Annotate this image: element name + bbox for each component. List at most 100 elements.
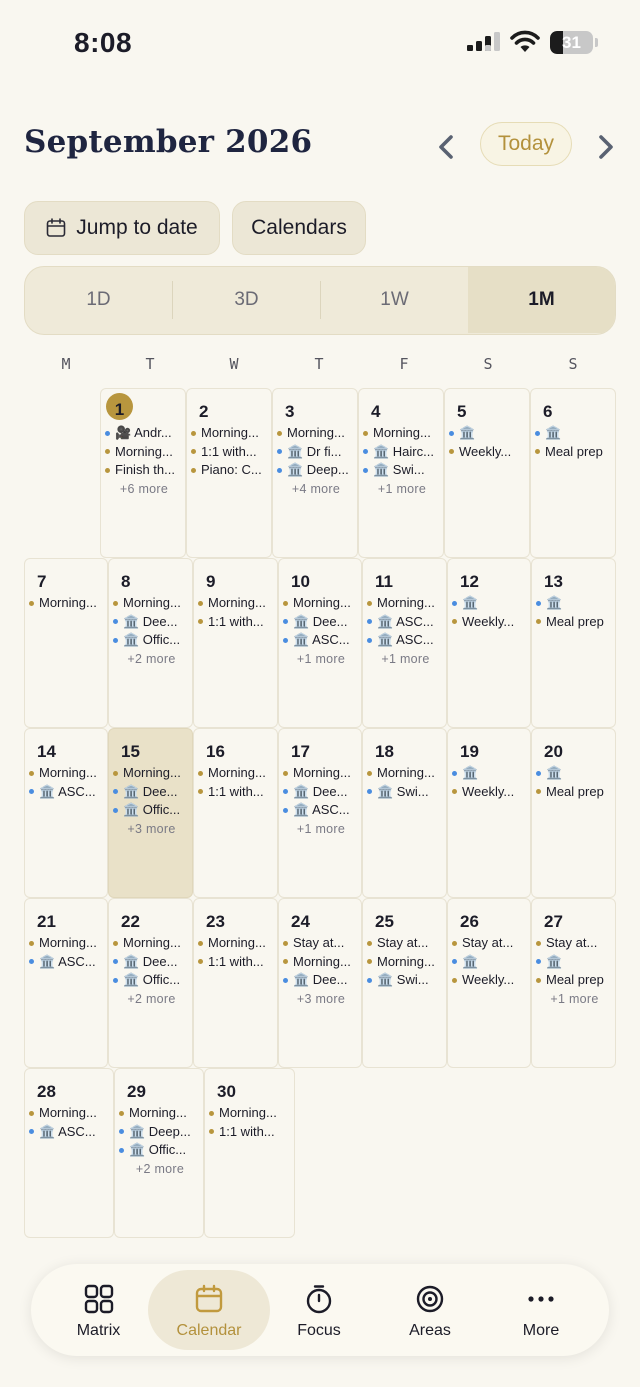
event-item[interactable]: 🏛️ Swi... [367, 783, 444, 802]
event-item[interactable]: Stay at... [536, 934, 613, 953]
more-events-link[interactable]: +1 more [283, 650, 359, 669]
event-item[interactable]: Morning... [119, 1104, 201, 1123]
event-item[interactable]: 🏛️ [535, 424, 613, 443]
view-1w[interactable]: 1W [321, 267, 468, 333]
day-cell[interactable]: 2 Morning... 1:1 with... Piano: C... [186, 388, 272, 558]
event-item[interactable]: 🏛️ [452, 953, 528, 972]
event-item[interactable]: Weekly... [452, 613, 528, 632]
day-cell[interactable]: 28 Morning... 🏛️ ASC... [24, 1068, 114, 1238]
event-item[interactable]: 🏛️ ASC... [283, 631, 359, 650]
day-cell[interactable]: 6 🏛️ Meal prep [530, 388, 616, 558]
more-events-link[interactable]: +2 more [119, 1160, 201, 1179]
event-item[interactable]: Morning... [367, 764, 444, 783]
event-item[interactable]: Morning... [191, 424, 269, 443]
more-events-link[interactable]: +3 more [113, 820, 190, 839]
more-events-link[interactable]: +2 more [113, 990, 190, 1009]
event-item[interactable]: 🎥 Andr... [105, 424, 183, 443]
day-cell[interactable]: 12 🏛️ Weekly... [447, 558, 531, 728]
event-item[interactable]: Stay at... [283, 934, 359, 953]
day-cell[interactable]: 17 Morning... 🏛️ Dee... 🏛️ ASC... +1 more [278, 728, 362, 898]
event-item[interactable]: 🏛️ Offic... [119, 1141, 201, 1160]
view-3d[interactable]: 3D [173, 267, 320, 333]
chevron-left-icon[interactable] [432, 130, 460, 164]
day-cell[interactable]: 13 🏛️ Meal prep [531, 558, 616, 728]
day-cell[interactable]: 30 Morning... 1:1 with... [204, 1068, 295, 1238]
event-item[interactable]: Morning... [113, 764, 190, 783]
day-cell[interactable]: 4 Morning... 🏛️ Hairc... 🏛️ Swi... +1 more [358, 388, 444, 558]
event-item[interactable]: 🏛️ Offic... [113, 631, 190, 650]
day-cell[interactable]: 5 🏛️ Weekly... [444, 388, 530, 558]
event-item[interactable]: 🏛️ Deep... [277, 461, 355, 480]
event-item[interactable]: Meal prep [536, 613, 613, 632]
event-item[interactable]: 🏛️ Dee... [283, 971, 359, 990]
event-item[interactable]: Morning... [283, 764, 359, 783]
event-item[interactable]: Weekly... [452, 971, 528, 990]
event-item[interactable]: Morning... [209, 1104, 292, 1123]
day-cell[interactable]: 20 🏛️ Meal prep [531, 728, 616, 898]
more-events-link[interactable]: +1 more [363, 480, 441, 499]
day-cell[interactable]: 23 Morning... 1:1 with... [193, 898, 278, 1068]
day-cell[interactable]: 22 Morning... 🏛️ Dee... 🏛️ Offic... +2 more [108, 898, 193, 1068]
event-item[interactable]: Meal prep [535, 443, 613, 462]
event-item[interactable]: Weekly... [452, 783, 528, 802]
more-events-link[interactable]: +1 more [367, 650, 444, 669]
day-cell[interactable]: 3 Morning... 🏛️ Dr fi... 🏛️ Deep... +4 more [272, 388, 358, 558]
event-item[interactable]: 🏛️ Dee... [113, 783, 190, 802]
day-cell[interactable]: 11 Morning... 🏛️ ASC... 🏛️ ASC... +1 more [362, 558, 447, 728]
event-item[interactable]: Stay at... [452, 934, 528, 953]
event-item[interactable]: Morning... [113, 934, 190, 953]
event-item[interactable]: Morning... [105, 443, 183, 462]
day-cell[interactable]: 27 Stay at... 🏛️ Meal prep +1 more [531, 898, 616, 1068]
day-cell[interactable]: 19 🏛️ Weekly... [447, 728, 531, 898]
event-item[interactable]: Meal prep [536, 971, 613, 990]
event-item[interactable]: 🏛️ ASC... [283, 801, 359, 820]
event-item[interactable]: Morning... [277, 424, 355, 443]
view-1m[interactable]: 1M [468, 267, 615, 333]
event-item[interactable]: 1:1 with... [198, 783, 275, 802]
event-item[interactable]: 🏛️ ASC... [367, 631, 444, 650]
event-item[interactable]: 🏛️ Offic... [113, 971, 190, 990]
event-item[interactable]: 🏛️ [449, 424, 527, 443]
event-item[interactable]: 1:1 with... [198, 613, 275, 632]
event-item[interactable]: 🏛️ Dee... [283, 613, 359, 632]
day-cell[interactable]: 24 Stay at... Morning... 🏛️ Dee... +3 more [278, 898, 362, 1068]
event-item[interactable]: Morning... [29, 594, 105, 613]
event-item[interactable]: Morning... [29, 934, 105, 953]
event-item[interactable]: 🏛️ Dr fi... [277, 443, 355, 462]
day-cell[interactable]: 9 Morning... 1:1 with... [193, 558, 278, 728]
day-cell[interactable]: 1 🎥 Andr... Morning... Finish th... +6 more [100, 388, 186, 558]
day-cell[interactable]: 26 Stay at... 🏛️ Weekly... [447, 898, 531, 1068]
chevron-right-icon[interactable] [592, 130, 620, 164]
jump-to-date-button[interactable]: Jump to date [24, 201, 220, 255]
more-events-link[interactable]: +1 more [536, 990, 613, 1009]
calendars-button[interactable]: Calendars [232, 201, 366, 255]
event-item[interactable]: 🏛️ ASC... [29, 1123, 111, 1142]
day-cell[interactable]: 29 Morning... 🏛️ Deep... 🏛️ Offic... +2 more [114, 1068, 204, 1238]
event-item[interactable]: Piano: C... [191, 461, 269, 480]
tab-calendar[interactable]: Calendar [148, 1264, 270, 1356]
event-item[interactable]: 1:1 with... [191, 443, 269, 462]
event-item[interactable]: Weekly... [449, 443, 527, 462]
day-cell[interactable]: 21 Morning... 🏛️ ASC... [24, 898, 108, 1068]
tab-matrix[interactable]: Matrix [45, 1264, 152, 1356]
day-cell[interactable]: 15 Morning... 🏛️ Dee... 🏛️ Offic... +3 more [108, 728, 193, 898]
event-item[interactable]: Morning... [367, 953, 444, 972]
event-item[interactable]: 🏛️ Dee... [283, 783, 359, 802]
day-cell[interactable]: 16 Morning... 1:1 with... [193, 728, 278, 898]
event-item[interactable]: Morning... [198, 764, 275, 783]
day-cell[interactable]: 14 Morning... 🏛️ ASC... [24, 728, 108, 898]
more-events-link[interactable]: +3 more [283, 990, 359, 1009]
event-item[interactable]: 🏛️ ASC... [29, 953, 105, 972]
event-item[interactable]: Morning... [198, 934, 275, 953]
event-item[interactable]: Morning... [363, 424, 441, 443]
event-item[interactable]: 🏛️ Dee... [113, 953, 190, 972]
event-item[interactable]: Morning... [367, 594, 444, 613]
event-item[interactable]: 🏛️ ASC... [29, 783, 105, 802]
event-item[interactable]: Morning... [29, 1104, 111, 1123]
more-events-link[interactable]: +6 more [105, 480, 183, 499]
event-item[interactable]: 🏛️ Hairc... [363, 443, 441, 462]
event-item[interactable]: 🏛️ Swi... [363, 461, 441, 480]
event-item[interactable]: Meal prep [536, 783, 613, 802]
event-item[interactable]: 🏛️ [452, 764, 528, 783]
event-item[interactable]: Morning... [198, 594, 275, 613]
